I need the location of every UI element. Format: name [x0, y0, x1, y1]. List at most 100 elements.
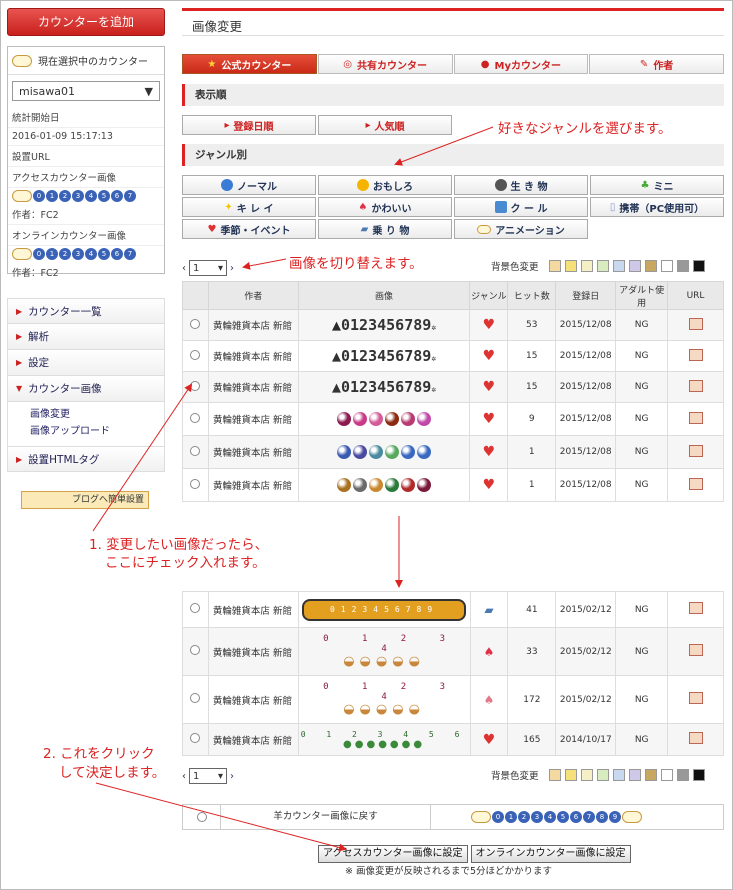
tab-shared[interactable]: ◎ 共有カウンター	[317, 54, 453, 74]
submenu-image-change[interactable]: 画像変更	[30, 406, 164, 423]
home-icon[interactable]	[688, 379, 703, 392]
pancake-plates: ◒◒◒◒◒	[343, 654, 425, 669]
row-radio[interactable]	[190, 693, 201, 703]
row-radio[interactable]	[190, 412, 201, 423]
bg-swatch[interactable]	[692, 260, 705, 272]
next-page-icon[interactable]: ›	[230, 263, 234, 274]
bg-swatch[interactable]	[580, 260, 593, 272]
next-page-icon[interactable]: ›	[230, 771, 234, 782]
genre-normal-button[interactable]: ノーマル	[182, 175, 316, 195]
row-radio[interactable]	[190, 603, 201, 613]
bg-swatch[interactable]	[676, 260, 689, 272]
button-label: ク ー ル	[510, 203, 548, 215]
bg-swatch[interactable]	[644, 260, 657, 272]
sparkle-icon: ✦	[224, 201, 233, 213]
add-counter-button[interactable]: カウンターを追加	[7, 8, 165, 36]
ball-digit-icon	[369, 478, 384, 492]
bg-swatch[interactable]	[564, 769, 577, 781]
home-icon[interactable]	[688, 348, 703, 361]
prev-page-icon[interactable]: ‹	[182, 771, 186, 782]
genre-animation-button[interactable]: アニメーション	[454, 219, 588, 239]
row-radio[interactable]	[190, 478, 201, 489]
ball-digit-icon	[353, 412, 368, 426]
bg-swatch[interactable]	[548, 769, 561, 781]
table-row: 黄輪雑貨本店 新館 0 1 2 3 4 5 6 ●●●●●●● ♥ 165 20…	[182, 723, 724, 756]
page-select[interactable]: 1 ▾	[189, 768, 227, 784]
bg-swatch[interactable]	[644, 769, 657, 781]
home-icon[interactable]	[688, 317, 703, 330]
genre-season-button[interactable]: ♥ 季節・イベント	[182, 219, 316, 239]
order-by-date-button[interactable]: ▸ 登録日順	[182, 115, 316, 135]
author-link[interactable]: 黄輪雑貨本店 新館	[207, 723, 299, 756]
author-link[interactable]: 黄輪雑貨本店 新館	[207, 591, 299, 628]
bg-swatch[interactable]	[548, 260, 561, 272]
set-online-counter-button[interactable]: オンラインカウンター画像に設定	[470, 845, 631, 863]
author-link[interactable]: 黄輪雑貨本店 新館	[207, 309, 299, 341]
home-icon[interactable]	[688, 644, 703, 656]
sidebar-item-html-tag[interactable]: ▶ 設置HTMLタグ	[7, 446, 165, 472]
bg-swatch[interactable]	[612, 260, 625, 272]
heart-icon: ♥	[207, 223, 217, 235]
tab-my[interactable]: ● Myカウンター	[453, 54, 589, 74]
bg-swatch[interactable]	[676, 769, 689, 781]
author-link[interactable]: 黄輪雑貨本店 新館	[207, 340, 299, 372]
tab-author[interactable]: ✎ 作者	[589, 54, 724, 74]
genre-funny-button[interactable]: おもしろ	[318, 175, 452, 195]
row-radio[interactable]	[190, 645, 201, 655]
bg-swatch[interactable]	[660, 769, 673, 781]
sidebar-item-analysis[interactable]: ▶ 解析	[7, 324, 165, 350]
row-radio[interactable]	[190, 318, 201, 329]
bg-swatch[interactable]	[580, 769, 593, 781]
sidebar-item-settings[interactable]: ▶ 設定	[7, 350, 165, 376]
genre-pretty-button[interactable]: ✦ キ レ イ	[182, 197, 316, 217]
counter-select[interactable]: misawa01 ▼	[12, 81, 160, 101]
home-icon[interactable]	[688, 602, 703, 614]
row-radio[interactable]	[190, 380, 201, 391]
bg-swatch[interactable]	[612, 769, 625, 781]
author-link[interactable]: 黄輪雑貨本店 新館	[207, 402, 299, 436]
page-select[interactable]: 1 ▾	[189, 260, 227, 276]
order-by-popularity-button[interactable]: ▸ 人気順	[318, 115, 452, 135]
home-icon[interactable]	[688, 732, 703, 744]
sidebar-item-counter-list[interactable]: ▶ カウンター一覧	[7, 298, 165, 324]
revert-radio[interactable]	[196, 812, 207, 822]
submenu-image-upload[interactable]: 画像アップロード	[30, 423, 164, 440]
genre-cute-button[interactable]: ♠ かわいい	[318, 197, 452, 217]
author-link[interactable]: 黄輪雑貨本店 新館	[207, 468, 299, 502]
sparkle-icon: ✲	[431, 323, 437, 332]
genre-cool-button[interactable]: ク ー ル	[454, 197, 588, 217]
genre-vehicle-button[interactable]: ▰ 乗 り 物	[318, 219, 452, 239]
author-link[interactable]: 黄輪雑貨本店 新館	[207, 371, 299, 403]
author-link[interactable]: 黄輪雑貨本店 新館	[207, 675, 299, 724]
bg-swatch[interactable]	[692, 769, 705, 781]
author-link[interactable]: 黄輪雑貨本店 新館	[207, 627, 299, 676]
genre-animals-button[interactable]: 生 き 物	[454, 175, 588, 195]
bg-swatch[interactable]	[564, 260, 577, 272]
home-icon[interactable]	[688, 444, 703, 457]
row-radio[interactable]	[190, 445, 201, 456]
table-row: 黄輪雑貨本店 新館 ▲0123456789✲ ♥ 15 2015/12/08 N…	[182, 371, 724, 403]
home-icon[interactable]	[688, 477, 703, 490]
author-link[interactable]: 黄輪雑貨本店 新館	[207, 435, 299, 469]
row-radio[interactable]	[190, 733, 201, 743]
sidebar-item-counter-image[interactable]: ▼ カウンター画像	[7, 376, 165, 402]
bg-swatch[interactable]	[660, 260, 673, 272]
prev-page-icon[interactable]: ‹	[182, 263, 186, 274]
row-radio[interactable]	[190, 349, 201, 360]
button-label: 人気順	[374, 121, 405, 133]
home-icon[interactable]	[688, 692, 703, 704]
blog-setup-button[interactable]: ブログへ簡単設置	[21, 491, 149, 509]
bg-swatch[interactable]	[596, 260, 609, 272]
digit: 1	[46, 190, 58, 202]
tab-official[interactable]: ★ 公式カウンター	[182, 54, 317, 74]
table-row: 黄輪雑貨本店 新館 ♥ 1 2015/12/08 NG	[182, 435, 724, 469]
bg-swatch[interactable]	[628, 260, 641, 272]
genre-mobile-button[interactable]: ▯ 携帯（PC使用可）	[590, 197, 724, 217]
bg-swatch[interactable]	[596, 769, 609, 781]
home-icon[interactable]	[688, 411, 703, 424]
sheep-icon	[12, 190, 32, 202]
genre-mini-button[interactable]: ♣ ミニ	[590, 175, 724, 195]
click-annotation-2: して決定します。	[59, 765, 166, 781]
bg-swatch[interactable]	[628, 769, 641, 781]
set-access-counter-button[interactable]: アクセスカウンター画像に設定	[318, 845, 468, 863]
